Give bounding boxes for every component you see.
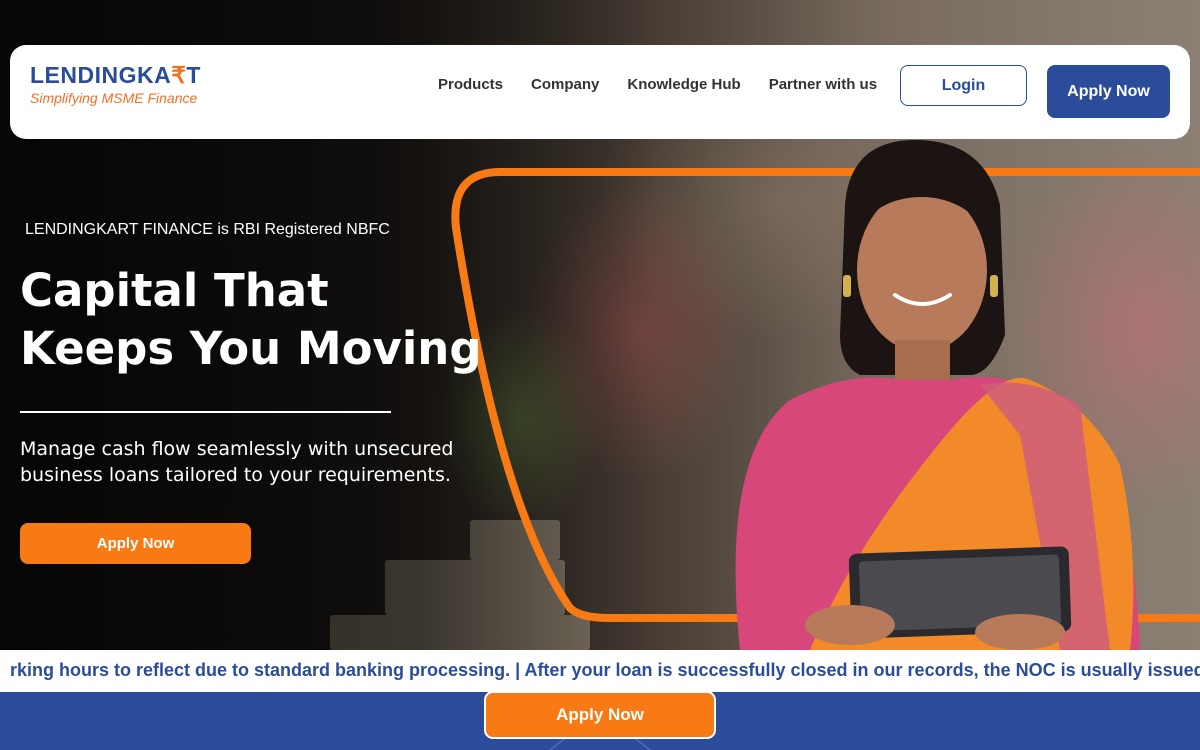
logo-wordmark: LENDINGKA₹T <box>30 61 201 89</box>
nav-item-partner-with-us[interactable]: Partner with us <box>769 76 877 93</box>
main-nav: Products Company Knowledge Hub Partner w… <box>438 76 877 93</box>
logo-tagline: Simplifying MSME Finance <box>30 90 198 106</box>
sticky-bottom-bar: Apply Now <box>0 692 1200 750</box>
rupee-icon: ₹ <box>171 62 187 88</box>
apply-now-sticky-button[interactable]: Apply Now <box>484 692 716 739</box>
hero-divider <box>20 411 391 413</box>
nav-item-products[interactable]: Products <box>438 76 503 93</box>
nav-item-company[interactable]: Company <box>531 76 599 93</box>
login-button[interactable]: Login <box>900 65 1027 106</box>
lendingkart-logo[interactable]: LENDINGKA₹T Simplifying MSME Finance <box>30 61 201 106</box>
apply-now-hero-button[interactable]: Apply Now <box>20 523 251 564</box>
ticker-text: rking hours to reflect due to standard b… <box>10 660 1200 680</box>
apply-now-header-button[interactable]: Apply Now <box>1047 65 1170 118</box>
hero-subtext: Manage cash flow seamlessly with unsecur… <box>20 438 454 486</box>
rbi-registration-badge: LENDINGKART FINANCE is RBI Registered NB… <box>25 221 390 238</box>
nav-item-knowledge-hub[interactable]: Knowledge Hub <box>627 76 740 93</box>
announcement-ticker: rking hours to reflect due to standard b… <box>0 650 1200 692</box>
logo-wordmark-suffix: T <box>186 62 201 88</box>
woman-with-tablet-image <box>735 140 1140 650</box>
logo-wordmark-prefix: LENDINGKA <box>30 62 172 88</box>
hero-headline: Capital That Keeps You Moving <box>20 264 482 375</box>
site-header: LENDINGKA₹T Simplifying MSME Finance Pro… <box>10 45 1190 139</box>
